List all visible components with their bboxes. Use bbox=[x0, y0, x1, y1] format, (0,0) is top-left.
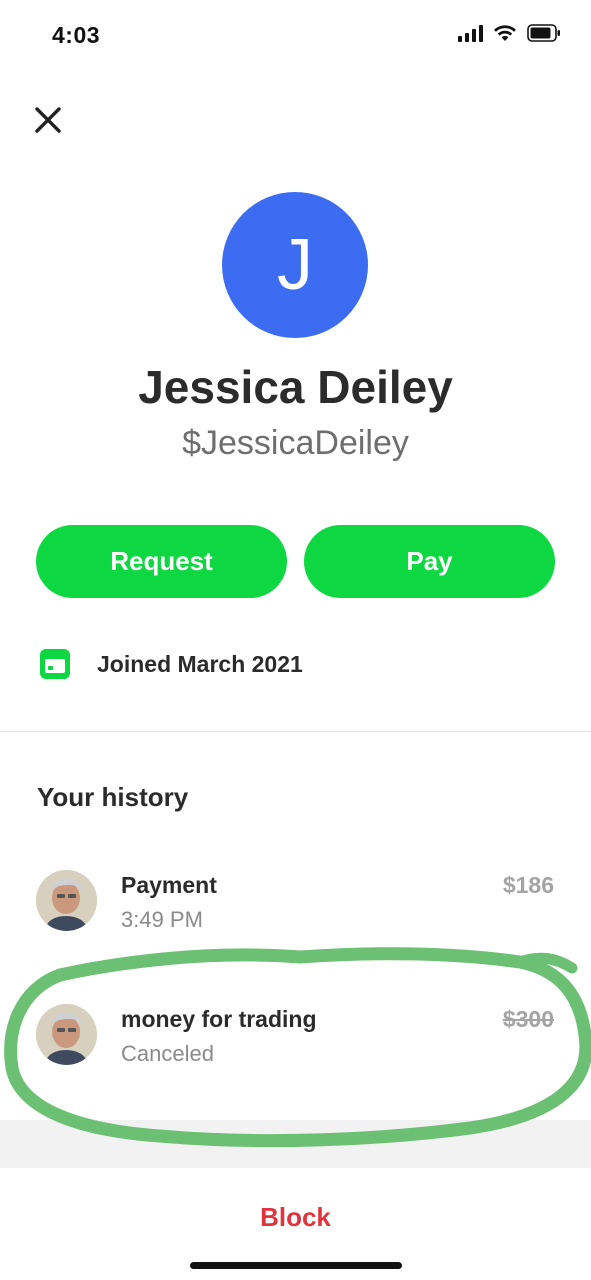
transaction-row[interactable]: money for trading Canceled $300 bbox=[0, 994, 591, 1094]
profile-name: Jessica Deiley bbox=[138, 361, 453, 413]
transaction-title: Payment bbox=[121, 872, 217, 898]
transaction-status: Canceled bbox=[121, 1041, 214, 1066]
cellular-signal-icon bbox=[458, 24, 483, 42]
section-divider bbox=[0, 731, 591, 732]
avatar-initial: J bbox=[277, 225, 313, 305]
battery-icon bbox=[527, 24, 561, 42]
close-icon[interactable] bbox=[32, 104, 64, 136]
request-button[interactable]: Request bbox=[36, 525, 287, 598]
block-button[interactable]: Block bbox=[0, 1202, 591, 1233]
home-indicator bbox=[190, 1262, 402, 1269]
pay-button[interactable]: Pay bbox=[304, 525, 555, 598]
transaction-time: 3:49 PM bbox=[121, 907, 203, 932]
transaction-title: money for trading bbox=[121, 1006, 317, 1032]
status-icons bbox=[458, 24, 561, 42]
joined-text: Joined March 2021 bbox=[97, 650, 303, 677]
transaction-amount: $300 bbox=[502, 1006, 554, 1032]
profile-screen: 4:03 J Jessica Deiley $JessicaDeiley Req… bbox=[0, 0, 591, 1280]
profile-avatar: J bbox=[222, 192, 368, 338]
status-time: 4:03 bbox=[52, 22, 101, 48]
user-avatar bbox=[36, 870, 97, 931]
profile-cashtag: $JessicaDeiley bbox=[182, 424, 409, 462]
joined-row: Joined March 2021 bbox=[40, 649, 303, 679]
history-title: Your history bbox=[37, 782, 189, 812]
transaction-row[interactable]: Payment 3:49 PM $186 bbox=[0, 860, 591, 960]
transaction-amount: $186 bbox=[502, 872, 554, 898]
section-separator bbox=[0, 1120, 591, 1168]
user-avatar bbox=[36, 1004, 97, 1065]
calendar-card-icon bbox=[40, 649, 70, 679]
wifi-icon bbox=[493, 24, 517, 42]
